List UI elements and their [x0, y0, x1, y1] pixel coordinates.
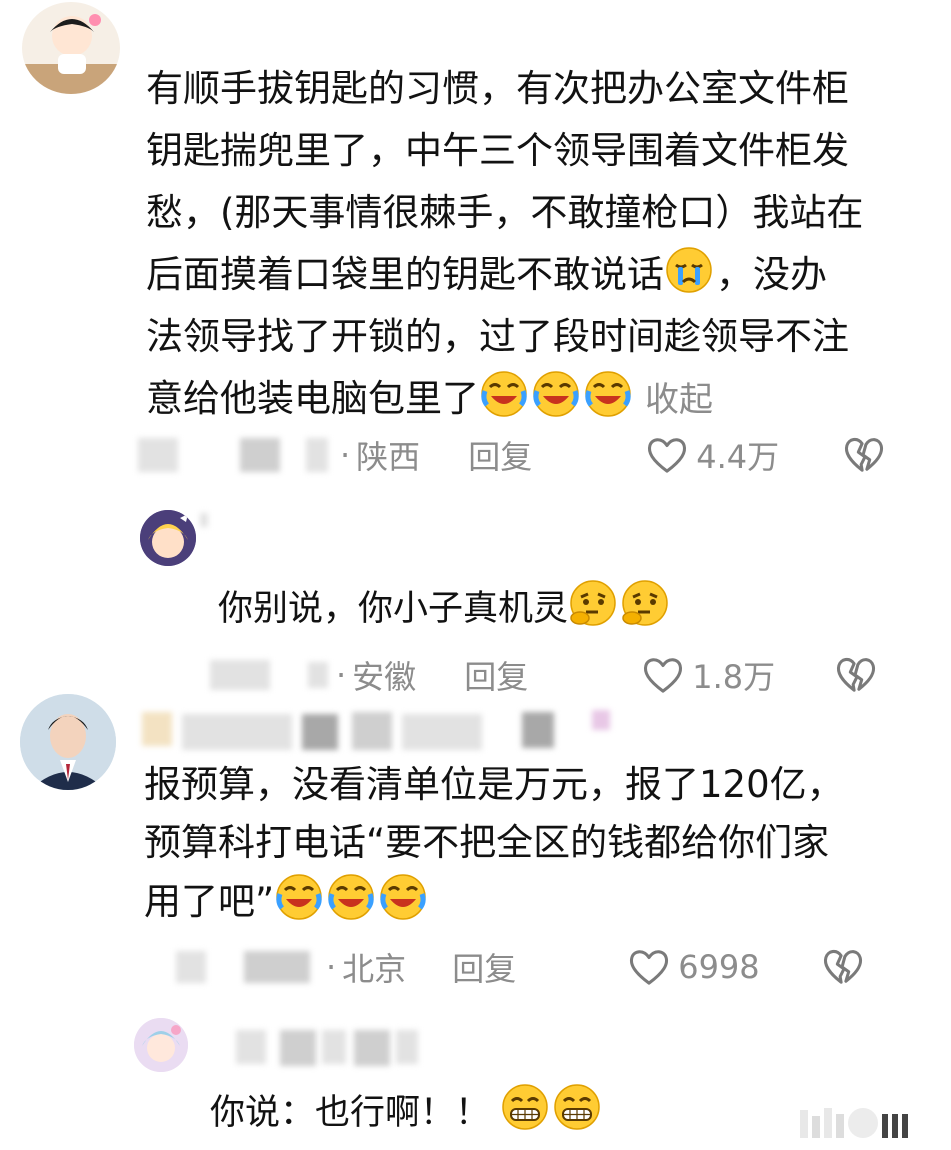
thinking-face-icon	[620, 578, 670, 628]
laughing-tears-icon	[531, 369, 581, 419]
username-blur	[176, 951, 206, 983]
heart-outline-icon[interactable]	[646, 436, 688, 474]
avatar[interactable]	[140, 510, 196, 566]
laughing-tears-icon	[274, 872, 324, 922]
laughing-tears-icon	[326, 872, 376, 922]
broken-heart-icon[interactable]	[835, 656, 877, 694]
username-blur	[240, 438, 280, 472]
avatar[interactable]	[22, 2, 120, 94]
location-label: 北京	[342, 950, 407, 988]
crying-face-icon	[664, 245, 714, 295]
reply-button[interactable]: 回复	[464, 652, 528, 698]
broken-heart-icon[interactable]	[843, 436, 885, 474]
username-blur	[138, 438, 178, 472]
reply-button[interactable]: 回复	[452, 944, 516, 990]
comment-meta: · 北京 回复 6998	[176, 942, 916, 992]
username-blur-group	[236, 1026, 426, 1070]
location-label: 安徽	[352, 658, 417, 696]
location-label: 陕西	[356, 438, 421, 476]
collapse-link[interactable]: 收起	[645, 380, 713, 420]
reply-button[interactable]: 回复	[468, 432, 532, 478]
comment-meta: · 陕西 回复 4.4万	[138, 430, 918, 480]
username-blur	[210, 660, 270, 690]
avatar[interactable]	[20, 694, 116, 790]
laughing-tears-icon	[583, 369, 633, 419]
avatar[interactable]	[134, 1018, 188, 1072]
heart-outline-icon[interactable]	[642, 656, 684, 694]
comment-text: 报预算，没看清单位是万元，报了120亿， 预算科打电话“要不把全区的钱都给你们家…	[144, 763, 844, 923]
laughing-tears-icon	[479, 369, 529, 419]
username-blur-group	[142, 704, 612, 754]
location-dot: ·	[326, 948, 337, 986]
reply-text: 你说：也行啊！！	[210, 1082, 710, 1142]
username-blur	[306, 438, 328, 472]
laughing-tears-icon	[378, 872, 428, 922]
username-blur-group	[200, 512, 208, 531]
thinking-face-icon	[568, 578, 618, 628]
broken-heart-icon[interactable]	[822, 948, 864, 986]
reply-meta: · 安徽 回复 1.8万	[210, 650, 920, 700]
heart-outline-icon[interactable]	[628, 948, 670, 986]
location-dot: ·	[340, 436, 351, 474]
grinning-face-icon	[552, 1082, 602, 1132]
like-count: 1.8万	[692, 658, 776, 696]
username-blur	[244, 951, 310, 983]
grinning-face-icon	[500, 1082, 550, 1132]
username-blur	[308, 662, 328, 688]
comment-text: 有顺手拔钥匙的习惯，有次把办公室文件柜 钥匙揣兜里了，中午三个领导围着文件柜发 …	[146, 67, 864, 420]
like-count: 4.4万	[696, 438, 780, 476]
like-count: 6998	[678, 948, 760, 986]
watermark	[800, 1102, 940, 1138]
reply-text: 你别说，你小子真机灵	[218, 578, 838, 638]
location-dot: ·	[336, 656, 347, 694]
